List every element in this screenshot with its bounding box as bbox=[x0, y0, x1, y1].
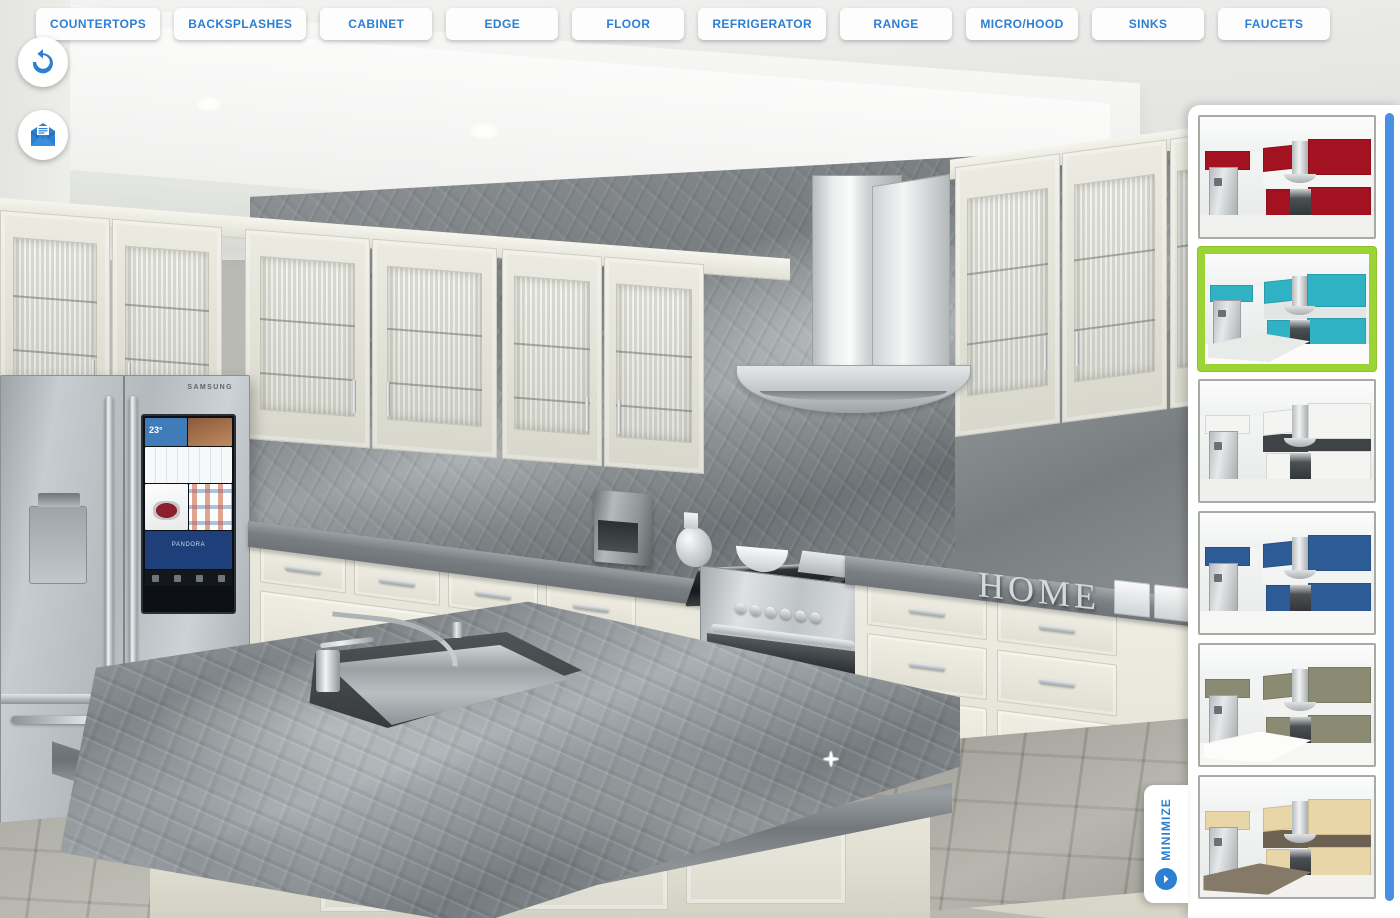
thumbnail-render bbox=[1200, 117, 1374, 237]
thumb-blue-kitchen[interactable] bbox=[1198, 511, 1376, 635]
design-thumbnail-panel bbox=[1188, 105, 1400, 918]
upper-cabinets-right[interactable] bbox=[950, 131, 1225, 438]
coffee-maker bbox=[594, 489, 652, 567]
thumb-maple-kitchen[interactable] bbox=[1198, 775, 1376, 899]
refrigerator-door-seam bbox=[123, 376, 125, 686]
nav-edge[interactable]: EDGE bbox=[446, 8, 559, 40]
screen-music-app-name: PANDORA bbox=[171, 542, 206, 549]
screen-recipe-widget[interactable] bbox=[145, 484, 188, 530]
nav-range[interactable]: RANGE bbox=[840, 8, 953, 40]
hotspot-marker[interactable] bbox=[822, 750, 840, 768]
nav-faucets[interactable]: FAUCETS bbox=[1218, 8, 1331, 40]
ceiling-light bbox=[468, 122, 500, 140]
thumb-white-kitchen[interactable] bbox=[1198, 379, 1376, 503]
scrollbar-thumb[interactable] bbox=[1385, 113, 1394, 901]
screen-nav-icon[interactable] bbox=[195, 574, 203, 582]
thumb-teal-kitchen[interactable] bbox=[1198, 247, 1376, 371]
email-design-button[interactable] bbox=[18, 110, 68, 160]
chevron-right-icon bbox=[1155, 867, 1177, 890]
nav-backsplashes[interactable]: BACKSPLASHES bbox=[174, 8, 307, 40]
screen-nav-icon[interactable] bbox=[217, 574, 225, 582]
thumbnail-render bbox=[1200, 777, 1374, 897]
thumbnail-render bbox=[1200, 381, 1374, 501]
category-button-group: COUNTERTOPS BACKSPLASHES CABINET EDGE FLOOR R… bbox=[0, 8, 1331, 40]
faucet-body[interactable] bbox=[316, 650, 340, 692]
screen-calendar-widget[interactable] bbox=[145, 447, 232, 483]
nav-floor[interactable]: FLOOR bbox=[572, 8, 685, 40]
screen-nav-bar[interactable] bbox=[145, 570, 232, 586]
thumb-olive-kitchen[interactable] bbox=[1198, 643, 1376, 767]
design-thumbnail-list bbox=[1198, 115, 1378, 899]
range-hood-chimney-side bbox=[872, 173, 950, 397]
thumbnail-panel-scrollbar[interactable] bbox=[1385, 113, 1394, 908]
thumbnail-render bbox=[1205, 254, 1369, 364]
screen-music-widget[interactable]: PANDORA bbox=[145, 531, 232, 569]
minimize-panel-button[interactable]: MINIMIZE bbox=[1144, 785, 1188, 903]
refrigerator-handle-right[interactable] bbox=[129, 396, 137, 671]
screen-weather-widget[interactable]: 23° bbox=[145, 418, 187, 446]
screen-temperature: 23° bbox=[149, 425, 163, 435]
thumbnail-render bbox=[1200, 513, 1374, 633]
nav-cabinet[interactable]: CABINET bbox=[320, 8, 433, 40]
screen-apps-widget[interactable] bbox=[189, 484, 232, 530]
nav-countertops[interactable]: COUNTERTOPS bbox=[36, 8, 161, 40]
thumb-red-kitchen[interactable] bbox=[1198, 115, 1376, 239]
refrigerator-brand-label: SAMSUNG bbox=[187, 384, 233, 391]
thumbnail-render bbox=[1200, 645, 1374, 765]
reset-view-button[interactable] bbox=[18, 37, 68, 87]
ceiling-light bbox=[196, 96, 222, 112]
nav-refrigerator[interactable]: REFRIGERATOR bbox=[698, 8, 827, 40]
kitchen-visualizer-app: SAMSUNG 23° PANDORA HOME COUNTERTOPS BAC… bbox=[0, 0, 1400, 918]
minimize-label: MINIMIZE bbox=[1159, 798, 1173, 861]
refrigerator-handle-left[interactable] bbox=[105, 396, 113, 671]
envelope-icon bbox=[31, 123, 55, 146]
refresh-icon bbox=[32, 49, 53, 74]
water-ice-dispenser[interactable] bbox=[29, 493, 87, 584]
screen-nav-icon[interactable] bbox=[174, 574, 182, 582]
screen-nav-icon[interactable] bbox=[152, 574, 160, 582]
screen-photo-widget[interactable] bbox=[187, 418, 232, 446]
refrigerator-touchscreen[interactable]: 23° PANDORA bbox=[141, 414, 236, 614]
nav-microhood[interactable]: MICRO/HOOD bbox=[966, 8, 1079, 40]
nav-sinks[interactable]: SINKS bbox=[1092, 8, 1205, 40]
faucet-head bbox=[452, 622, 462, 638]
